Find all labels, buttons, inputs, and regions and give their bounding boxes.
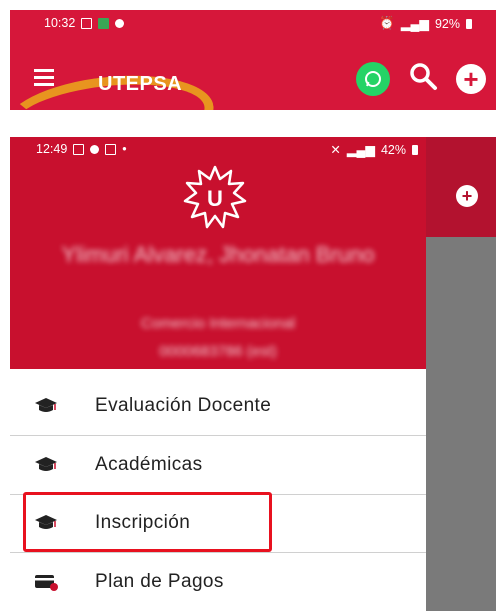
app-notification-icon — [98, 17, 110, 29]
highlight-box — [23, 492, 272, 552]
signal-icon: ▂▄▆ — [346, 143, 375, 157]
more-notifications-dot: • — [122, 142, 127, 156]
app-bar: UTEPSA + — [10, 55, 496, 110]
menu-item-evaluacion-docente[interactable]: Evaluación Docente — [10, 377, 426, 436]
user-career: Comercio Internacional — [140, 315, 296, 332]
battery-icon — [412, 144, 418, 155]
credit-card-icon — [35, 575, 58, 591]
user-code: 0000683786 (est) — [159, 343, 277, 360]
menu-item-academicas[interactable]: Académicas — [10, 436, 426, 495]
menu-item-plan-de-pagos[interactable]: Plan de Pagos — [10, 553, 426, 611]
battery-percent: 92% — [434, 16, 460, 31]
user-name: Ylimuri Alvarez, Jhonatan Bruno — [61, 242, 375, 267]
signal-icon: ▂▄▆ — [400, 17, 429, 31]
battery-percent: 42% — [380, 142, 406, 157]
gallery-notification-icon — [81, 17, 93, 29]
status-bar: 12:49 • ✕ ▂▄▆ 42% — [10, 137, 426, 163]
drawer-screenshot: + 12:49 • ✕ ▂▄▆ 42% U Ylimuri Alvarez, J… — [10, 137, 496, 611]
top-screenshot: 10:32 ⏰ ▂▄▆ 92% UTEPSA + — [10, 10, 496, 110]
drawer-header: 12:49 • ✕ ▂▄▆ 42% U Ylimuri Alvarez, Jho… — [10, 137, 426, 369]
screen-notification-icon — [105, 143, 117, 155]
menu-item-label: Académicas — [95, 454, 203, 475]
search-icon[interactable] — [408, 61, 438, 96]
battery-icon — [466, 18, 472, 29]
menu-icon[interactable] — [34, 69, 54, 86]
status-bar: 10:32 ⏰ ▂▄▆ 92% — [10, 10, 496, 38]
dimmed-background[interactable]: + — [426, 137, 496, 611]
menu-item-label: Evaluación Docente — [95, 395, 272, 416]
whatsapp-icon[interactable] — [356, 61, 390, 96]
mute-icon: ✕ — [330, 143, 341, 157]
add-icon: + — [456, 185, 478, 207]
graduation-cap-icon — [35, 398, 57, 412]
messenger-notification-icon — [115, 18, 125, 28]
graduation-cap-icon — [35, 457, 57, 471]
alarm-icon: ⏰ — [379, 16, 395, 30]
logo-letter: U — [207, 186, 223, 211]
add-icon[interactable]: + — [456, 63, 486, 94]
navigation-drawer: 12:49 • ✕ ▂▄▆ 42% U Ylimuri Alvarez, Jho… — [10, 137, 426, 611]
app-title: UTEPSA — [98, 73, 183, 95]
utepsa-logo-icon: U — [183, 165, 247, 229]
status-time: 10:32 — [44, 16, 76, 30]
status-time: 12:49 — [36, 142, 68, 156]
gallery-notification-icon — [73, 143, 85, 155]
messenger-notification-icon — [90, 144, 100, 154]
menu-item-label: Plan de Pagos — [95, 571, 224, 592]
